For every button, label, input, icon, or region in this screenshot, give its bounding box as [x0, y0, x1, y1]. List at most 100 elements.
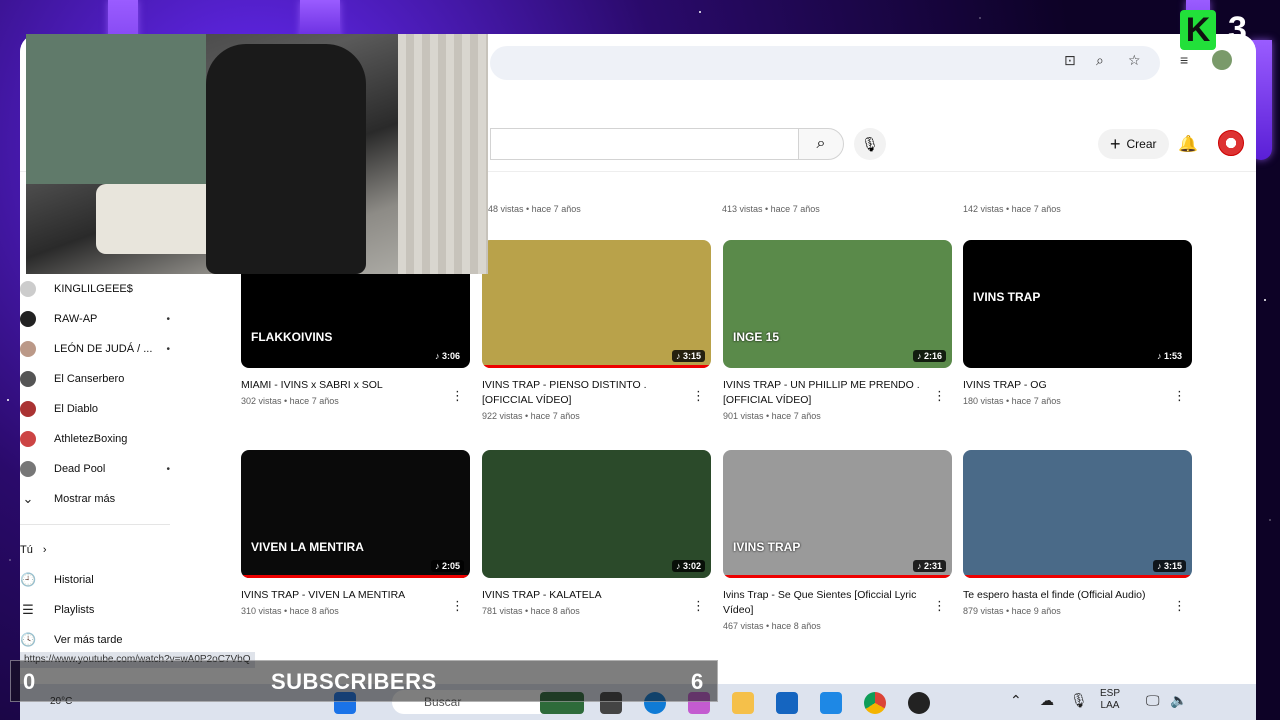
sidebar-item-historial[interactable]: 🕘 Historial	[20, 565, 170, 595]
duration-value: 2:05	[441, 561, 460, 571]
video-thumbnail[interactable]: ♪ 3:02	[482, 450, 711, 578]
subscription-name: Dead Pool	[54, 463, 106, 475]
search-input[interactable]	[490, 128, 798, 160]
obs-icon[interactable]	[908, 692, 930, 714]
video-meta: 302 vistas • hace 7 años	[241, 396, 339, 406]
video-title[interactable]: IVINS TRAP - UN PHILLIP ME PRENDO . [OFF…	[723, 378, 952, 408]
channel-avatar	[20, 371, 36, 387]
video-title[interactable]: IVINS TRAP - KALATELA	[482, 588, 711, 603]
cloud-icon[interactable]: ☁	[1040, 693, 1054, 707]
duration-value: 1:53	[1163, 351, 1182, 361]
video-duration: ♪ 1:53	[1152, 350, 1186, 362]
sidebar-item-ver-más-tarde[interactable]: 🕓 Ver más tarde	[20, 625, 170, 655]
chrome-icon[interactable]	[864, 692, 886, 714]
video-card[interactable]: ♪ 3:15 Te espero hasta el finde (Officia…	[963, 450, 1192, 616]
duration-value: 3:15	[682, 351, 701, 361]
video-card[interactable]: ♪ 3:02 IVINS TRAP - KALATELA ⋮ 781 vista…	[482, 450, 711, 616]
file-explorer-icon[interactable]	[732, 692, 754, 714]
video-thumbnail[interactable]: INGE 15 ♪ 2:16	[723, 240, 952, 368]
channel-avatar	[20, 431, 36, 447]
bookmark-star-icon[interactable]: ☆	[1128, 52, 1141, 69]
duration-value: 3:06	[441, 351, 460, 361]
video-title[interactable]: MIAMI - IVINS x SABRI x SOL	[241, 378, 470, 393]
sidebar-divider	[20, 524, 170, 525]
subscription-item[interactable]: LEÓN DE JUDÁ / ... •	[20, 334, 170, 364]
tray-chevron-icon[interactable]: ⌃	[1010, 693, 1022, 707]
video-title[interactable]: Te espero hasta el finde (Official Audio…	[963, 588, 1192, 603]
outlook-icon[interactable]	[820, 692, 842, 714]
duration-value: 3:15	[1163, 561, 1182, 571]
show-more-button[interactable]: ⌄ Mostrar más	[20, 484, 170, 514]
subscription-item[interactable]: RAW-AP •	[20, 304, 170, 334]
video-meta: 467 vistas • hace 8 años	[723, 621, 821, 631]
video-duration: ♪ 3:06	[430, 350, 464, 362]
video-duration: ♪ 2:31	[912, 560, 946, 572]
network-icon[interactable]: 🖵	[1146, 693, 1160, 707]
volume-icon[interactable]: 🔈	[1170, 693, 1187, 707]
channel-avatar	[20, 341, 36, 357]
duration-value: 2:16	[923, 351, 942, 361]
watch-progress-bar	[723, 575, 952, 578]
subscription-item[interactable]: KINGLILGEEE$	[20, 274, 170, 304]
sidebar: KINGLILGEEE$ RAW-AP • LEÓN DE JUDÁ / ...…	[20, 274, 170, 655]
you-section-header[interactable]: Tú ›	[20, 535, 170, 565]
zoom-icon[interactable]: ⌕	[1096, 52, 1104, 69]
video-duration: ♪ 3:15	[671, 350, 705, 362]
video-card[interactable]: IVINS TRAP ♪ 2:31 Ivins Trap - Se Que Si…	[723, 450, 952, 631]
more-options-icon[interactable]: ⋮	[692, 388, 705, 404]
video-title[interactable]: IVINS TRAP - OG	[963, 378, 1192, 393]
install-app-icon[interactable]: ⊡	[1064, 52, 1076, 69]
more-options-icon[interactable]: ⋮	[933, 598, 946, 614]
video-thumbnail[interactable]: IVINS TRAP ♪ 2:31	[723, 450, 952, 578]
watch-progress-bar	[241, 575, 470, 578]
webcam-curtain	[398, 34, 488, 274]
webcam-wall	[26, 34, 206, 184]
account-avatar[interactable]	[1218, 130, 1244, 156]
video-meta: 48 vistas • hace 7 años	[488, 204, 581, 214]
video-duration: ♪ 3:15	[1152, 560, 1186, 572]
store-icon[interactable]	[776, 692, 798, 714]
search-button[interactable]: ⌕	[798, 128, 844, 160]
thumbnail-text: INGE 15	[733, 330, 780, 344]
microphone-tray-icon[interactable]: 🎙	[1070, 693, 1088, 707]
profile-avatar[interactable]	[1212, 50, 1232, 70]
more-options-icon[interactable]: ⋮	[1173, 388, 1186, 404]
channel-avatar	[20, 281, 36, 297]
video-card[interactable]: INGE 15 ♪ 2:16 IVINS TRAP - UN PHILLIP M…	[723, 240, 952, 421]
subscription-item[interactable]: Dead Pool •	[20, 454, 170, 484]
notifications-bell-icon[interactable]: 🔔	[1178, 134, 1198, 154]
subscription-item[interactable]: El Canserbero	[20, 364, 170, 394]
webcam-chair	[206, 44, 366, 274]
create-button[interactable]: + Crear	[1098, 129, 1169, 159]
address-bar[interactable]	[490, 46, 1160, 80]
video-card[interactable]: ♪ 3:15 IVINS TRAP - PIENSO DISTINTO . [O…	[482, 240, 711, 421]
more-options-icon[interactable]: ⋮	[692, 598, 705, 614]
video-thumbnail[interactable]: ♪ 3:15	[963, 450, 1192, 578]
video-card[interactable]: VIVEN LA MENTIRA ♪ 2:05 IVINS TRAP - VIV…	[241, 450, 470, 616]
chevron-right-icon: ›	[42, 544, 47, 556]
video-meta: 781 vistas • hace 8 años	[482, 606, 580, 616]
search-icon: ⌕	[816, 135, 826, 152]
more-options-icon[interactable]: ⋮	[1173, 598, 1186, 614]
video-title[interactable]: IVINS TRAP - PIENSO DISTINTO . [OFICCIAL…	[482, 378, 711, 408]
voice-search-button[interactable]: 🎙	[854, 128, 886, 160]
sidebar-item-label: Playlists	[54, 604, 95, 616]
video-thumbnail[interactable]: IVINS TRAP ♪ 1:53	[963, 240, 1192, 368]
more-options-icon[interactable]: ⋮	[451, 598, 464, 614]
subscription-name: El Canserbero	[54, 373, 125, 385]
more-options-icon[interactable]: ⋮	[451, 388, 464, 404]
more-options-icon[interactable]: ⋮	[933, 388, 946, 404]
watch-later-icon: 🕓	[20, 632, 37, 647]
chrome-menu-icon[interactable]: ≡	[1180, 52, 1188, 68]
sidebar-item-playlists[interactable]: ☰ Playlists	[20, 595, 170, 625]
video-card[interactable]: IVINS TRAP ♪ 1:53 IVINS TRAP - OG ⋮ 180 …	[963, 240, 1192, 406]
subscription-item[interactable]: AthletezBoxing	[20, 424, 170, 454]
subscription-item[interactable]: El Diablo	[20, 394, 170, 424]
video-thumbnail[interactable]: ♪ 3:15	[482, 240, 711, 368]
video-title[interactable]: Ivins Trap - Se Que Sientes [Oficcial Ly…	[723, 588, 952, 618]
video-thumbnail[interactable]: VIVEN LA MENTIRA ♪ 2:05	[241, 450, 470, 578]
subscription-name: RAW-AP	[54, 313, 98, 325]
video-title[interactable]: IVINS TRAP - VIVEN LA MENTIRA	[241, 588, 470, 603]
language-indicator[interactable]: ESP LAA	[1100, 688, 1120, 712]
new-content-dot: •	[166, 313, 170, 325]
